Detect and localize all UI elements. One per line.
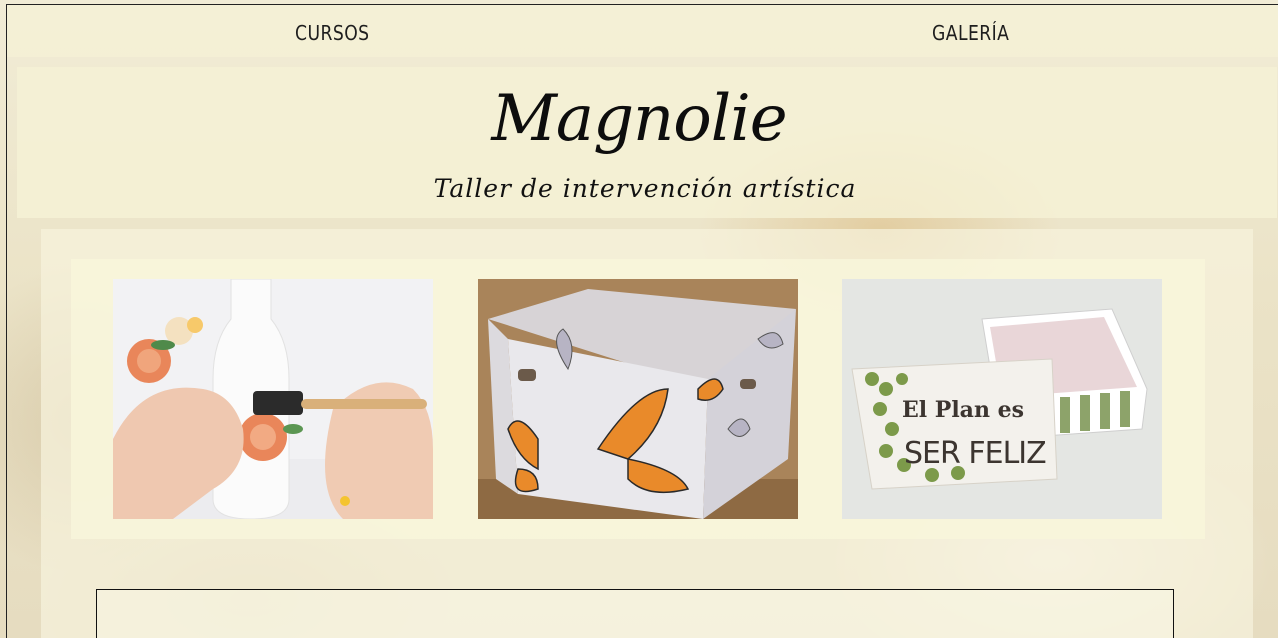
- top-navigation: CURSOS GALERÍA: [7, 5, 1278, 57]
- plan-box-image: El Plan es SER FELIZ: [842, 279, 1162, 519]
- brand-title: Magnolie: [491, 82, 787, 156]
- butterfly-crate-image: [478, 279, 798, 519]
- gallery-photo-plan-box[interactable]: El Plan es SER FELIZ: [842, 279, 1162, 519]
- content-card: [96, 589, 1174, 638]
- nav-link-galeria[interactable]: GALERÍA: [932, 21, 1009, 45]
- box-text-line1: El Plan es: [902, 397, 1024, 423]
- brand-tagline: Taller de intervención artística: [433, 174, 857, 203]
- bottle-decoupage-image: [113, 279, 433, 519]
- box-text-line2: SER FELIZ: [904, 436, 1046, 471]
- nav-link-cursos[interactable]: CURSOS: [295, 21, 370, 45]
- gallery-photo-bottle[interactable]: [113, 279, 433, 519]
- gallery-photo-butterfly-crate[interactable]: [478, 279, 798, 519]
